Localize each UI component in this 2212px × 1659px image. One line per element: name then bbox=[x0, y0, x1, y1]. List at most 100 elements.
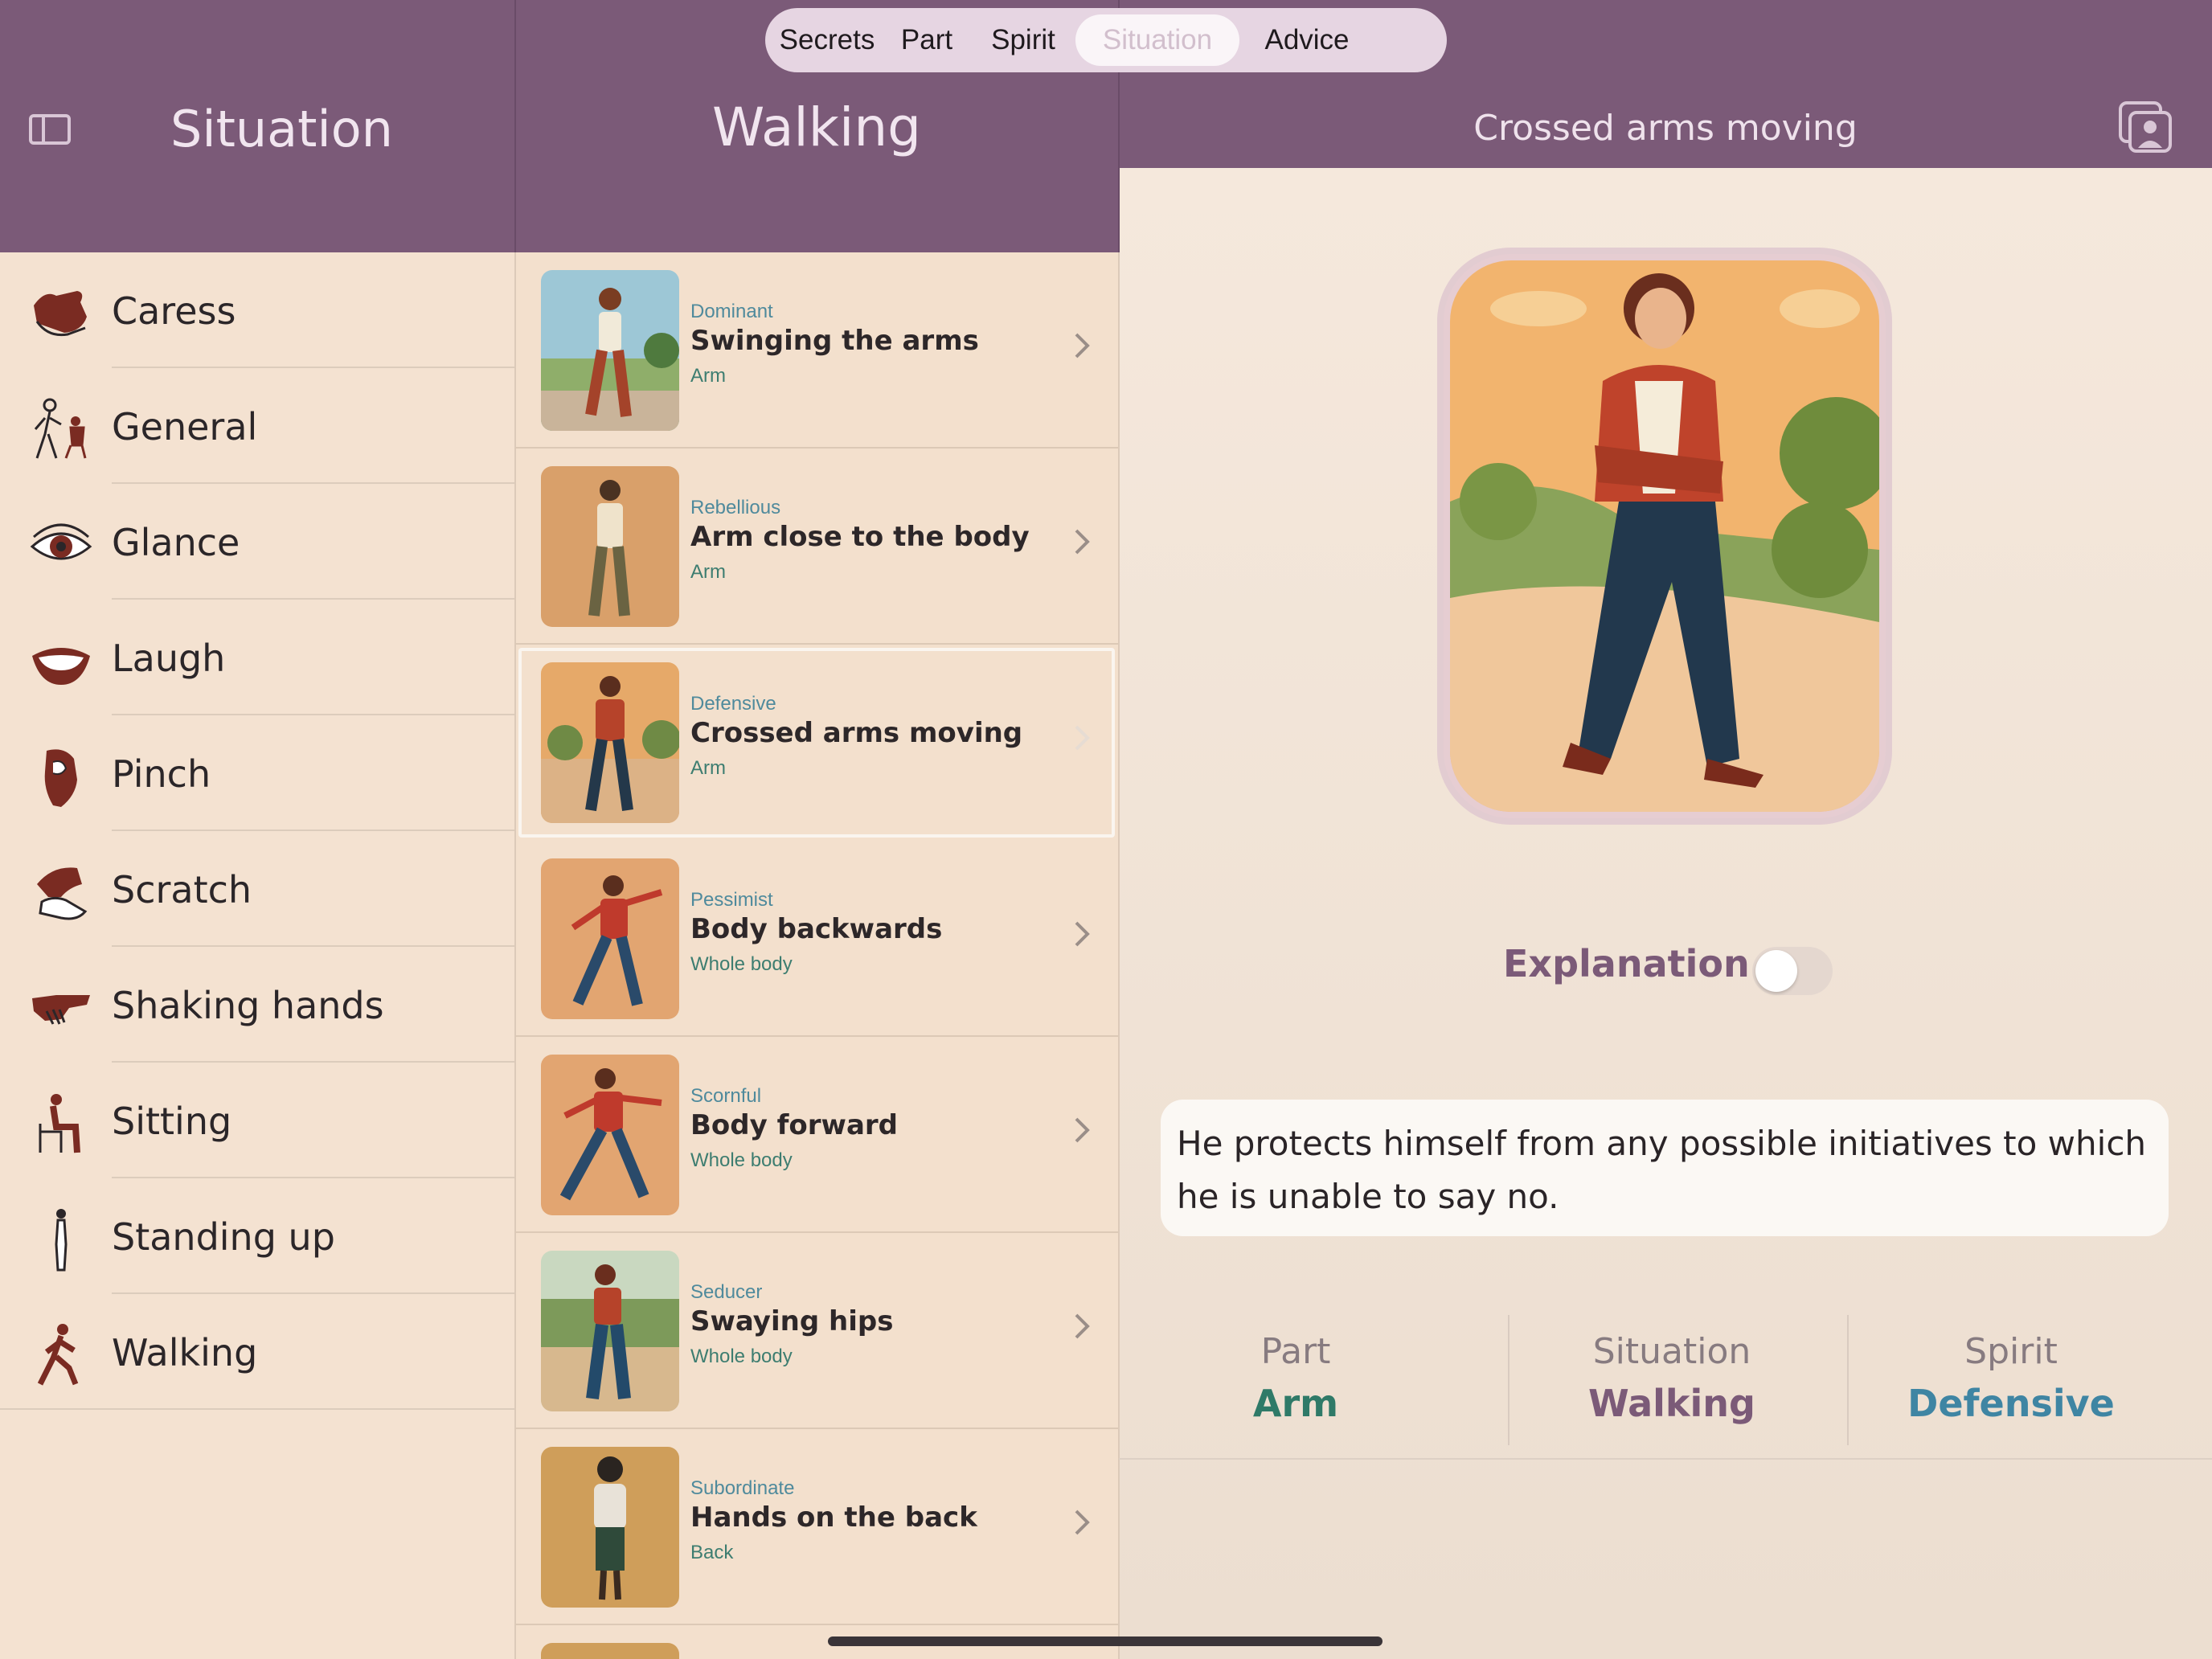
thumbnail-image bbox=[541, 662, 679, 823]
list-item-selected[interactable]: Defensive Crossed arms moving Arm bbox=[515, 645, 1118, 841]
tab-secrets[interactable]: Secrets bbox=[772, 14, 883, 66]
chevron-right-icon bbox=[1075, 333, 1090, 358]
general-icon bbox=[34, 398, 87, 459]
thumbnail-image bbox=[541, 1251, 679, 1411]
thumbnail-image bbox=[541, 1447, 679, 1608]
sidebar-item-laugh[interactable]: Laugh bbox=[0, 600, 514, 715]
description-card: He protects himself from any possible in… bbox=[1161, 1100, 2169, 1236]
stat-key: Spirit bbox=[1964, 1331, 2058, 1372]
stat-key: Part bbox=[1260, 1331, 1331, 1372]
row-category: Seducer bbox=[690, 1281, 763, 1303]
sidebar-item-label: Scratch bbox=[112, 868, 252, 911]
sidebar-item-walking[interactable]: Walking bbox=[0, 1294, 514, 1410]
handshake-icon bbox=[32, 995, 90, 1025]
row-part: Whole body bbox=[690, 1346, 793, 1367]
row-title: Hands on the back bbox=[690, 1501, 977, 1534]
list-item[interactable]: Scornful Body forward Whole body bbox=[515, 1037, 1118, 1233]
sitting-icon bbox=[39, 1094, 80, 1153]
explanation-label: Explanation bbox=[1503, 942, 1750, 985]
sidebar-toggle-icon[interactable] bbox=[29, 114, 71, 145]
sidebar-item-caress[interactable]: Caress bbox=[0, 252, 514, 368]
sidebar-item-pinch[interactable]: Pinch bbox=[0, 715, 514, 831]
sidebar-item-general[interactable]: General bbox=[0, 368, 514, 484]
chevron-right-icon bbox=[1075, 1509, 1090, 1535]
sidebar-item-glance[interactable]: Glance bbox=[0, 484, 514, 600]
eye-icon bbox=[30, 523, 92, 560]
stat-value: Defensive bbox=[1907, 1382, 2115, 1425]
sidebar-item-shaking-hands[interactable]: Shaking hands bbox=[0, 947, 514, 1063]
chevron-right-icon bbox=[1075, 1313, 1090, 1339]
row-title: Body backwards bbox=[690, 913, 943, 945]
sidebar-item-label: Laugh bbox=[112, 637, 226, 680]
row-part: Whole body bbox=[690, 953, 793, 975]
sidebar-item-scratch[interactable]: Scratch bbox=[0, 831, 514, 947]
list-item[interactable]: Subordinate Hands on the back Back bbox=[515, 1429, 1118, 1625]
list-divider-lower bbox=[1118, 252, 1120, 1659]
tab-advice[interactable]: Advice bbox=[1239, 14, 1374, 66]
profile-gallery-icon[interactable] bbox=[2119, 101, 2173, 154]
sidebar-item-label: Shaking hands bbox=[112, 984, 384, 1027]
sidebar-item-label: Standing up bbox=[112, 1215, 335, 1259]
tab-spirit[interactable]: Spirit bbox=[971, 14, 1075, 66]
list-item[interactable]: Seducer Swaying hips Whole body bbox=[515, 1233, 1118, 1429]
hero-image-frame bbox=[1437, 248, 1892, 825]
row-category: Defensive bbox=[690, 693, 776, 715]
row-category: Rebellious bbox=[690, 497, 781, 518]
detail-stats: Part Arm Situation Walking Spirit Defens… bbox=[1119, 1313, 2212, 1445]
row-title: Crossed arms moving bbox=[690, 717, 1023, 749]
list-title: Walking bbox=[711, 96, 922, 158]
explanation-toggle[interactable] bbox=[1752, 947, 1833, 995]
caress-icon bbox=[34, 291, 87, 337]
row-category: Pessimist bbox=[690, 889, 773, 911]
chevron-right-icon bbox=[1075, 921, 1090, 947]
stat-spirit: Spirit Defensive bbox=[1834, 1313, 2188, 1445]
sidebar-item-label: Walking bbox=[112, 1331, 258, 1374]
standing-icon bbox=[55, 1209, 68, 1272]
row-part: Arm bbox=[690, 757, 726, 779]
scratch-icon bbox=[37, 867, 88, 920]
row-part: Back bbox=[690, 1542, 734, 1563]
row-category: Subordinate bbox=[690, 1477, 795, 1499]
row-title: Swinging the arms bbox=[690, 325, 979, 357]
pinch-icon bbox=[44, 749, 77, 807]
row-category: Dominant bbox=[690, 301, 773, 322]
toggle-knob bbox=[1755, 950, 1797, 992]
thumbnail-image bbox=[541, 466, 679, 627]
row-title: Arm close to the body bbox=[690, 521, 1030, 553]
sidebar-item-sitting[interactable]: Sitting bbox=[0, 1063, 514, 1178]
row-part: Arm bbox=[690, 365, 726, 387]
row-category: Scornful bbox=[690, 1085, 762, 1107]
sidebar-item-label: Glance bbox=[112, 521, 240, 564]
row-title: Body forward bbox=[690, 1109, 898, 1141]
chevron-right-icon bbox=[1075, 1117, 1090, 1143]
tab-part[interactable]: Part bbox=[883, 14, 971, 66]
list-item[interactable]: Rebellious Arm close to the body Arm bbox=[515, 449, 1118, 645]
detail-title: Crossed arms moving bbox=[1473, 108, 1858, 149]
thumbnail-image bbox=[541, 1643, 679, 1659]
thumbnail-image bbox=[541, 1055, 679, 1215]
stat-value: Walking bbox=[1588, 1382, 1755, 1425]
row-part: Arm bbox=[690, 561, 726, 583]
home-indicator[interactable] bbox=[828, 1636, 1382, 1646]
sidebar-item-label: Sitting bbox=[112, 1100, 232, 1143]
hero-illustration bbox=[1450, 260, 1892, 812]
sidebar-item-label: Caress bbox=[112, 289, 236, 333]
stat-situation: Situation Walking bbox=[1495, 1313, 1849, 1445]
chevron-right-icon bbox=[1075, 725, 1090, 751]
thumbnail-image bbox=[541, 858, 679, 1019]
row-title: Swaying hips bbox=[690, 1305, 894, 1337]
list-item[interactable]: Pessimist Body backwards Whole body bbox=[515, 841, 1118, 1037]
chevron-right-icon bbox=[1075, 529, 1090, 555]
sidebar-item-label: Pinch bbox=[112, 752, 211, 796]
walking-icon bbox=[37, 1324, 79, 1386]
description-text: He protects himself from any possible in… bbox=[1177, 1124, 2147, 1216]
sidebar-item-standing-up[interactable]: Standing up bbox=[0, 1178, 514, 1294]
list-item[interactable]: Dominant Swinging the arms Arm bbox=[515, 252, 1118, 449]
mouth-icon bbox=[32, 648, 90, 685]
row-part: Whole body bbox=[690, 1149, 793, 1171]
stat-value: Arm bbox=[1252, 1382, 1339, 1425]
tab-situation[interactable]: Situation bbox=[1075, 14, 1239, 66]
stat-part: Part Arm bbox=[1119, 1313, 1473, 1445]
stat-key: Situation bbox=[1592, 1331, 1751, 1372]
segmented-control: Secrets Part Spirit Situation Advice bbox=[765, 8, 1447, 72]
